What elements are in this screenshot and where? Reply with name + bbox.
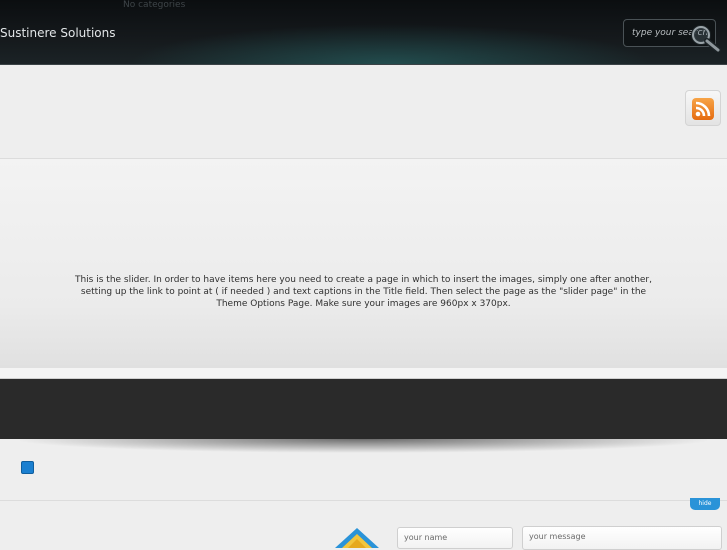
message-field[interactable] — [522, 526, 722, 550]
slider: This is the slider. In order to have ite… — [0, 158, 727, 370]
site-title[interactable]: Sustinere Solutions — [0, 26, 116, 40]
rss-button[interactable] — [685, 90, 721, 126]
hide-button[interactable]: hide — [690, 498, 720, 510]
slider-placeholder-text: This is the slider. In order to have ite… — [74, 275, 652, 309]
message-input[interactable] — [529, 532, 629, 541]
slider-pager-dot[interactable] — [21, 461, 34, 474]
footer-divider — [0, 500, 727, 501]
name-input[interactable] — [404, 533, 504, 542]
content-band — [0, 379, 727, 439]
name-field[interactable] — [397, 527, 513, 549]
search-icon[interactable] — [687, 22, 723, 52]
band-shadow — [20, 439, 707, 465]
rss-icon — [692, 98, 714, 120]
no-categories-text: No categories — [123, 0, 186, 10]
slider-bottom-strip — [0, 368, 727, 379]
site-header: No categories Sustinere Solutions — [0, 0, 727, 65]
